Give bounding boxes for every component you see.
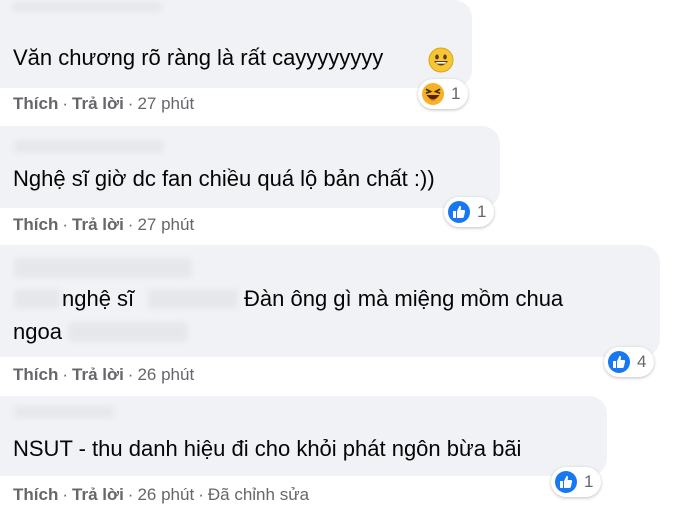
- separator: ·: [127, 365, 134, 384]
- grinning-emoji-icon: [428, 47, 454, 73]
- reaction-count: 4: [637, 352, 647, 371]
- separator: ·: [62, 94, 69, 113]
- reply-link[interactable]: Trả lời: [72, 94, 124, 113]
- separator: ·: [127, 215, 134, 234]
- comment-text: NSUT - thu danh hiệu đi cho khỏi phát ng…: [13, 436, 522, 461]
- comment-text-part: nghệ sĩ: [62, 286, 135, 311]
- edited-label[interactable]: Đã chỉnh sửa: [208, 485, 309, 504]
- comment-actions: Thích · Trả lời · 27 phút: [13, 215, 194, 235]
- separator: ·: [127, 94, 134, 113]
- separator: ·: [62, 485, 69, 504]
- comment-text: Văn chương rõ ràng là rất cayyyyyyyy: [13, 45, 384, 70]
- like-reaction-icon: [608, 351, 630, 373]
- blurred-text: [14, 289, 60, 309]
- reaction-summary[interactable]: 1: [551, 467, 602, 497]
- separator: ·: [62, 215, 69, 234]
- like-reaction-icon: [555, 471, 577, 493]
- comment-actions: Thích · Trả lời · 26 phút: [13, 365, 194, 385]
- comment-bubble: Nghệ sĩ giờ dc fan chiều quá lộ bản chất…: [0, 126, 500, 208]
- blurred-text: [68, 322, 188, 342]
- comment-bubble: Văn chương rõ ràng là rất cayyyyyyyy: [0, 0, 472, 88]
- reply-link[interactable]: Trả lời: [72, 215, 124, 234]
- comment-text-part: Đàn ông gì mà miệng mồm chua: [244, 286, 564, 311]
- reaction-count: 1: [584, 472, 594, 491]
- reaction-summary[interactable]: 4: [604, 347, 655, 377]
- comment-text-part: ngoa: [13, 319, 62, 344]
- blurred-author-name: [12, 2, 162, 12]
- reply-link[interactable]: Trả lời: [72, 485, 124, 504]
- comment-bubble: nghệ sĩ Đàn ông gì mà miệng mồm chua ngo…: [0, 245, 660, 357]
- like-link[interactable]: Thích: [13, 94, 58, 113]
- reaction-summary[interactable]: 1: [444, 197, 495, 227]
- reaction-count: 1: [477, 202, 487, 221]
- reaction-count: 1: [451, 84, 461, 103]
- comment-bubble: NSUT - thu danh hiệu đi cho khỏi phát ng…: [0, 396, 607, 476]
- blurred-author-name: [14, 406, 114, 418]
- timestamp[interactable]: 26 phút: [137, 365, 194, 384]
- separator: ·: [127, 485, 134, 504]
- like-link[interactable]: Thích: [13, 365, 58, 384]
- haha-reaction-icon: [422, 83, 444, 105]
- like-link[interactable]: Thích: [13, 215, 58, 234]
- reaction-summary[interactable]: 1: [418, 79, 469, 109]
- reply-link[interactable]: Trả lời: [72, 365, 124, 384]
- comment-actions: Thích · Trả lời · 27 phút: [13, 94, 194, 114]
- blurred-text: [148, 289, 238, 309]
- blurred-author-name: [14, 140, 164, 153]
- separator: ·: [62, 365, 69, 384]
- separator: ·: [198, 485, 204, 504]
- like-link[interactable]: Thích: [13, 485, 58, 504]
- comment-text: Nghệ sĩ giờ dc fan chiều quá lộ bản chất…: [13, 166, 435, 191]
- timestamp[interactable]: 27 phút: [137, 215, 194, 234]
- comment-actions: Thích · Trả lời · 26 phút · Đã chỉnh sửa: [13, 485, 309, 505]
- blurred-author-name: [14, 258, 192, 278]
- timestamp[interactable]: 27 phút: [137, 94, 194, 113]
- timestamp[interactable]: 26 phút: [137, 485, 194, 504]
- like-reaction-icon: [448, 201, 470, 223]
